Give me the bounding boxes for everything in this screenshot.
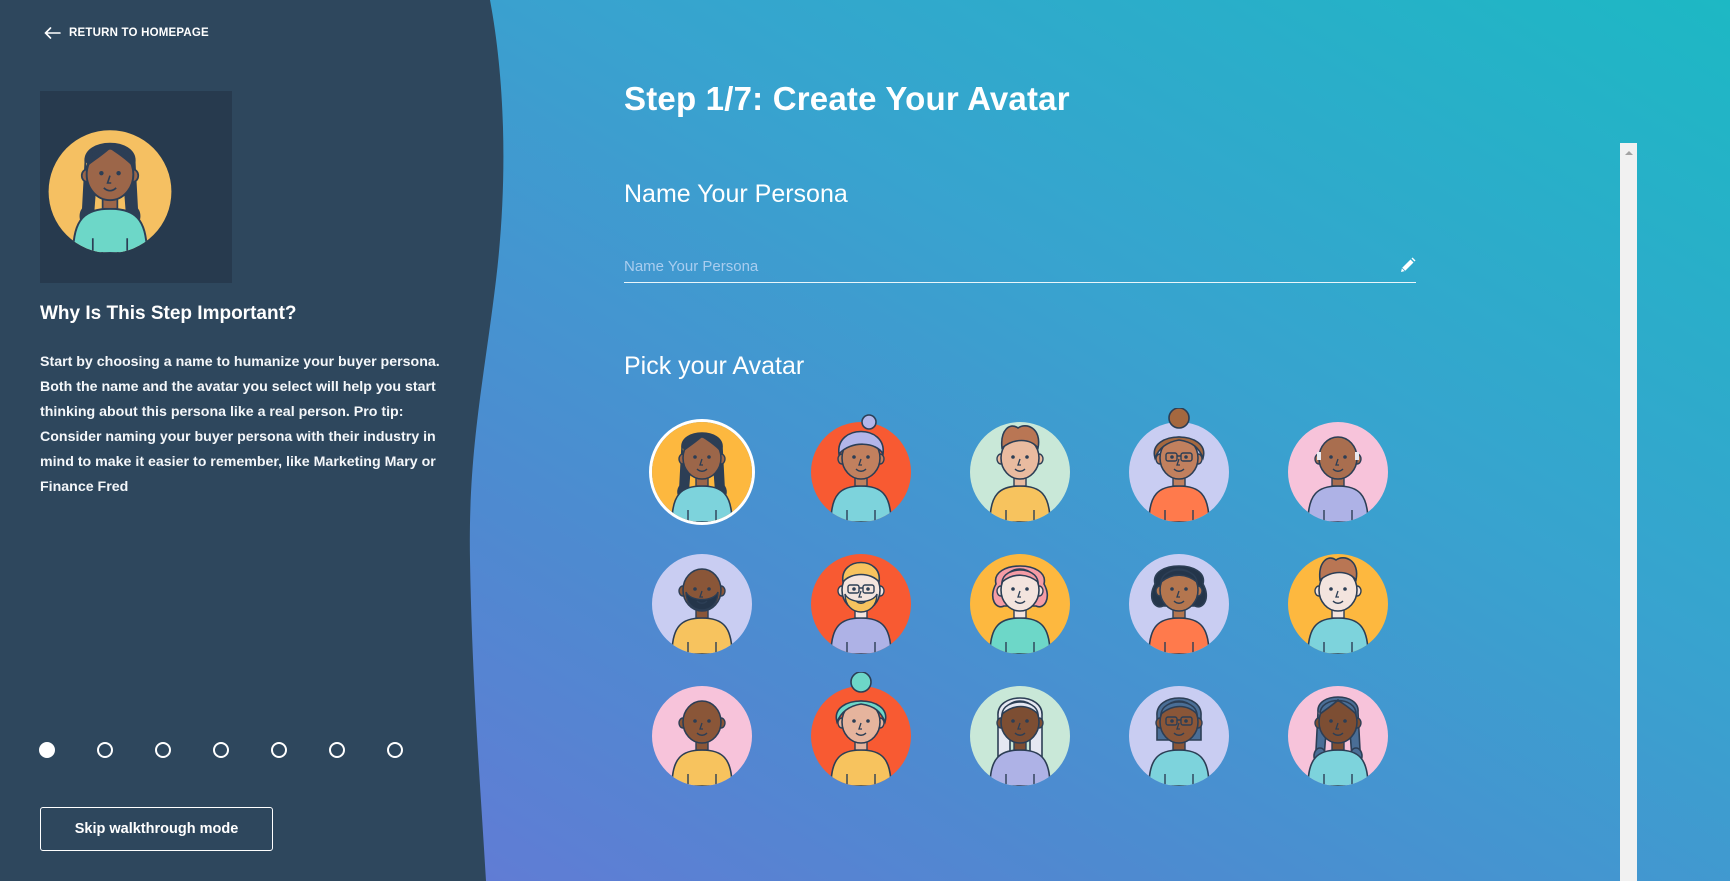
avatar-option-teal-curly-woman[interactable] — [809, 672, 913, 788]
avatar-option-glasses-bob-woman[interactable] — [1127, 684, 1231, 788]
avatar-disc — [1129, 554, 1229, 654]
avatar-grid — [650, 408, 1390, 788]
avatar-option-bald-man[interactable] — [650, 684, 754, 788]
step-dot-2[interactable] — [97, 742, 113, 758]
avatar-illustration-icon — [811, 414, 911, 522]
avatar-disc — [970, 554, 1070, 654]
avatar-illustration-icon — [970, 686, 1070, 786]
selected-avatar-preview — [40, 91, 232, 283]
return-to-homepage-label: RETURN TO HOMEPAGE — [69, 27, 209, 39]
avatar-option-bald-old-man[interactable] — [1286, 420, 1390, 524]
avatar-illustration-icon — [811, 672, 911, 786]
avatar-illustration-icon — [1288, 554, 1388, 654]
arrow-left-icon — [44, 27, 61, 39]
avatar-disc — [1129, 686, 1229, 786]
avatar-disc — [811, 672, 911, 786]
avatar-disc — [1288, 422, 1388, 522]
avatar-option-grey-bun-woman[interactable] — [809, 414, 913, 524]
avatar-illustration-icon — [652, 554, 752, 654]
page-title: Step 1/7: Create Your Avatar — [624, 80, 1070, 117]
step-dot-1[interactable] — [39, 742, 55, 758]
avatar-disc — [1129, 408, 1229, 522]
persona-name-field — [624, 252, 1416, 283]
persona-name-input[interactable] — [624, 252, 1384, 280]
selected-avatar-image — [48, 130, 172, 253]
avatar-illustration-icon — [1288, 686, 1388, 786]
scroll-up-arrow-icon[interactable] — [1625, 151, 1633, 155]
avatar-disc — [1288, 554, 1388, 654]
step-dot-7[interactable] — [387, 742, 403, 758]
avatar-disc — [652, 422, 752, 522]
avatar-illustration-icon — [1129, 408, 1229, 522]
name-section-title: Name Your Persona — [624, 180, 848, 208]
skip-walkthrough-button[interactable]: Skip walkthrough mode — [40, 807, 273, 851]
avatar-illustration-icon — [1129, 686, 1229, 786]
step-progress-dots — [39, 742, 403, 758]
avatar-disc — [970, 686, 1070, 786]
avatar-illustration-icon — [652, 686, 752, 786]
avatar-disc — [1288, 686, 1388, 786]
step-dot-6[interactable] — [329, 742, 345, 758]
return-to-homepage-link[interactable]: RETURN TO HOMEPAGE — [44, 27, 209, 39]
avatar-illustration-icon — [811, 554, 911, 654]
avatar-option-blond-hipster[interactable] — [809, 552, 913, 656]
step-dot-5[interactable] — [271, 742, 287, 758]
avatar-option-blue-braids-girl[interactable] — [1286, 684, 1390, 788]
avatar-illustration-icon — [652, 422, 752, 522]
step-dot-4[interactable] — [213, 742, 229, 758]
scrollbar[interactable] — [1620, 143, 1637, 881]
avatar-disc — [970, 422, 1070, 522]
sidebar: RETURN TO HOMEPAGE Why Is This Step Impo… — [0, 0, 470, 881]
avatar-section-title: Pick your Avatar — [624, 352, 805, 380]
avatar-illustration-icon — [1288, 422, 1388, 522]
pencil-icon[interactable] — [1399, 257, 1416, 274]
avatar-option-braids-girl[interactable] — [650, 420, 754, 524]
avatar-option-dark-curly-woman[interactable] — [1127, 552, 1231, 656]
avatar-option-quiff-man[interactable] — [968, 420, 1072, 524]
avatar-option-silver-hair-woman[interactable] — [968, 684, 1072, 788]
avatar-illustration-icon — [1129, 554, 1229, 654]
avatar-option-brown-hair-boy[interactable] — [1286, 552, 1390, 656]
avatar-disc — [652, 686, 752, 786]
avatar-disc — [811, 554, 911, 654]
why-step-description: Start by choosing a name to humanize you… — [40, 354, 440, 495]
why-step-title: Why Is This Step Important? — [40, 303, 297, 324]
step-dot-3[interactable] — [155, 742, 171, 758]
avatar-option-bearded-man[interactable] — [650, 552, 754, 656]
avatar-disc — [652, 554, 752, 654]
avatar-illustration-icon — [970, 554, 1070, 654]
avatar-disc — [811, 414, 911, 522]
avatar-illustration-icon — [970, 422, 1070, 522]
avatar-option-pink-hair-woman[interactable] — [968, 552, 1072, 656]
avatar-option-curly-glasses-woman[interactable] — [1127, 408, 1231, 524]
